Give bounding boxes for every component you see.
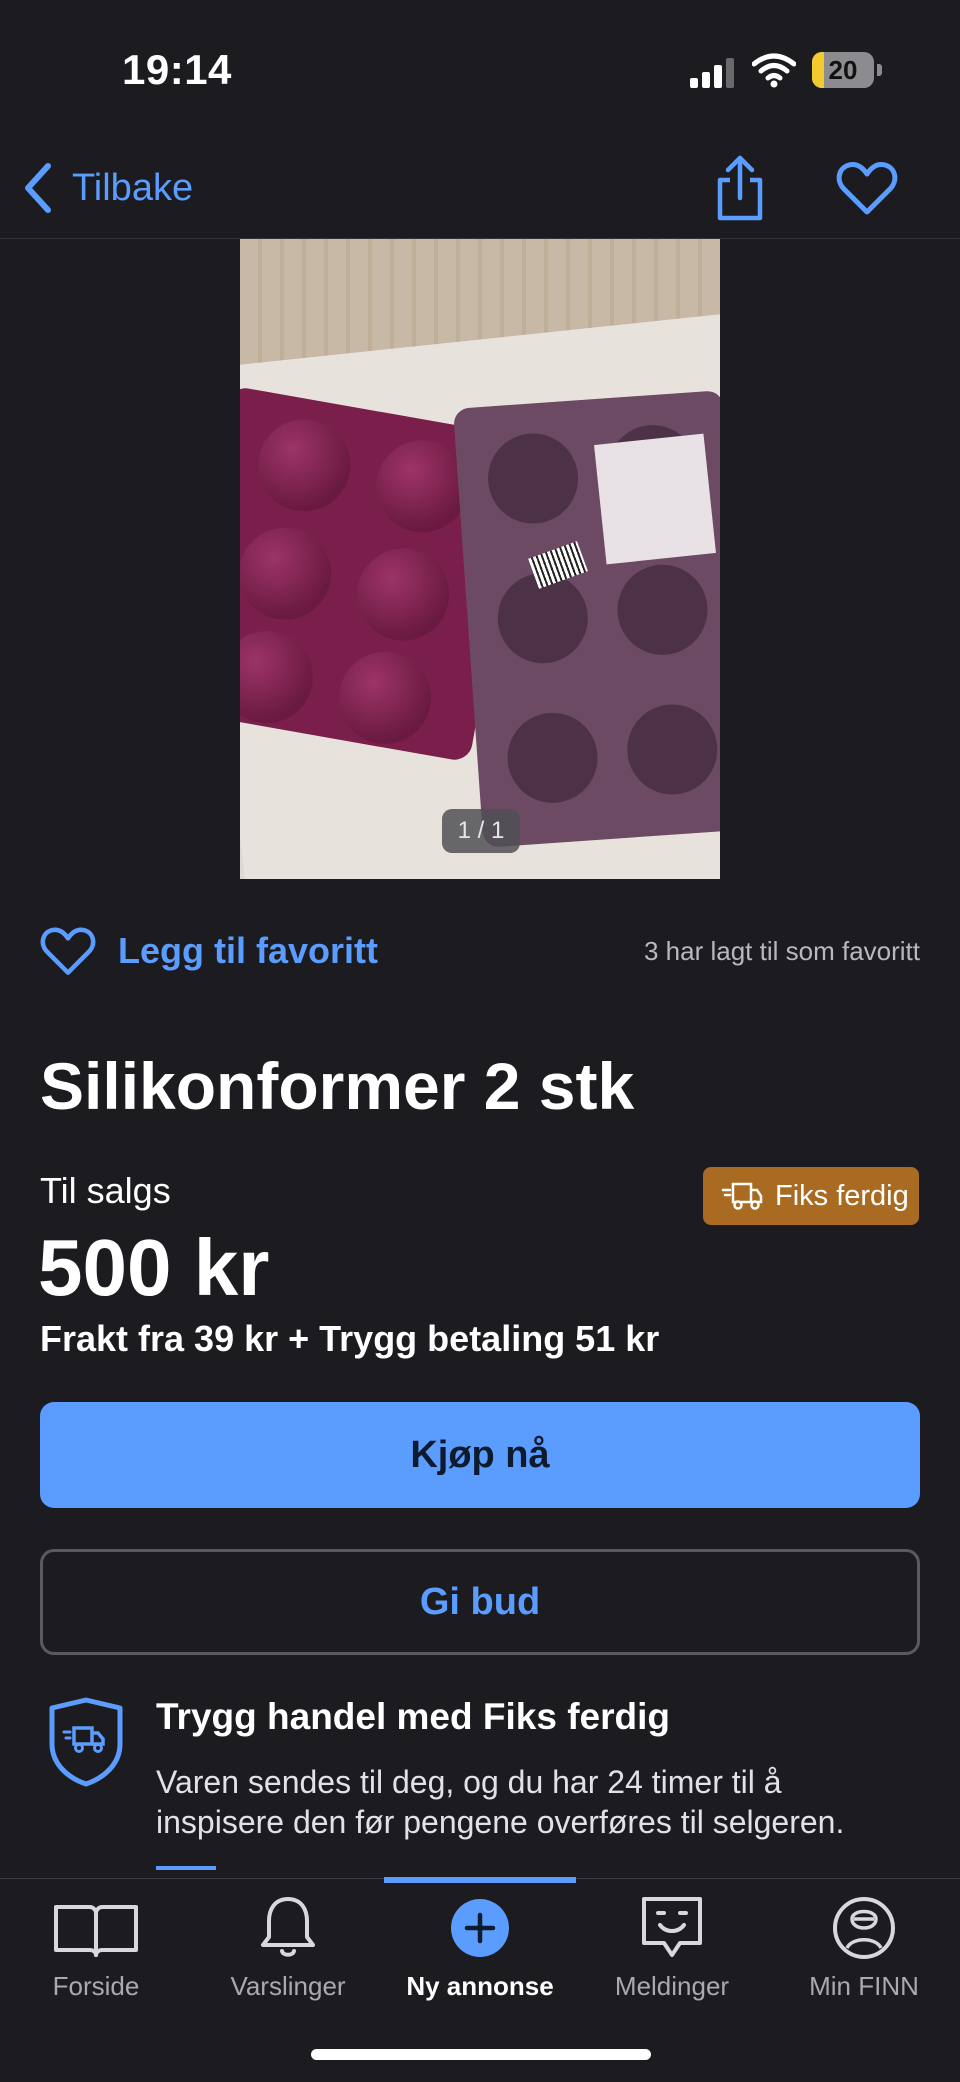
listing-category: Til salgs <box>40 1170 171 1211</box>
signal-icon <box>690 58 734 88</box>
tab-ny-annonse[interactable]: Ny annonse <box>384 1893 576 2013</box>
back-button[interactable]: Tilbake <box>20 160 193 216</box>
tab-label: Ny annonse <box>406 1971 554 2001</box>
tab-label: Meldinger <box>614 1971 730 2001</box>
tab-label: Min FINN <box>809 1971 919 2001</box>
plus-icon <box>451 1899 509 1957</box>
wifi-icon <box>752 53 796 88</box>
chevron-left-icon <box>25 163 51 213</box>
read-more-link[interactable] <box>156 1866 216 1870</box>
listing-title: Silikonformer 2 stk <box>40 1049 635 1123</box>
product-image[interactable]: 1 / 1 <box>240 239 720 879</box>
heart-icon[interactable] <box>40 925 96 977</box>
shipping-info: Frakt fra 39 kr + Trygg betaling 51 kr <box>40 1318 660 1359</box>
home-indicator <box>311 2049 651 2060</box>
buy-now-button[interactable]: Kjøp nå <box>40 1402 920 1508</box>
profile-icon <box>833 1897 895 1959</box>
listing-price: 500 kr <box>38 1223 270 1312</box>
bell-icon <box>261 1897 315 1957</box>
chat-icon <box>642 1897 702 1957</box>
tab-meldinger[interactable]: Meldinger <box>576 1893 768 2013</box>
add-favorite-button[interactable]: Legg til favoritt <box>118 930 378 972</box>
heart-icon[interactable] <box>836 160 898 216</box>
battery-icon: 20 <box>812 52 884 88</box>
fiks-ferdig-badge: Fiks ferdig <box>703 1167 919 1225</box>
delivery-truck-icon <box>721 1182 763 1210</box>
tab-min-finn[interactable]: Min FINN <box>768 1893 960 2013</box>
status-time: 19:14 <box>122 46 232 93</box>
favorite-row: Legg til favoritt 3 har lagt til som fav… <box>40 920 920 984</box>
image-counter: 1 / 1 <box>442 809 520 853</box>
make-bid-button[interactable]: Gi bud <box>40 1549 920 1655</box>
book-icon <box>54 1905 138 1957</box>
tab-varslinger[interactable]: Varslinger <box>192 1893 384 2013</box>
favorite-count: 3 har lagt til som favoritt <box>644 936 920 966</box>
top-nav-bar: Tilbake <box>0 140 960 239</box>
status-bar: 19:14 20 <box>0 0 960 140</box>
share-icon[interactable] <box>712 154 768 224</box>
active-tab-indicator <box>384 1877 576 1883</box>
tab-forside[interactable]: Forside <box>0 1893 192 2013</box>
tab-label: Varslinger <box>230 1971 346 2001</box>
safe-trade-info: Trygg handel med Fiks ferdig Varen sende… <box>40 1696 940 1876</box>
battery-level: 20 <box>828 55 858 85</box>
back-label: Tilbake <box>72 166 194 209</box>
shield-icon <box>49 1697 123 1787</box>
safe-trade-body: Varen sendes til deg, og du har 24 timer… <box>156 1764 845 1840</box>
tab-label: Forside <box>52 1971 140 2001</box>
badge-label: Fiks ferdig <box>775 1179 909 1212</box>
safe-trade-heading: Trygg handel med Fiks ferdig <box>156 1696 670 1737</box>
